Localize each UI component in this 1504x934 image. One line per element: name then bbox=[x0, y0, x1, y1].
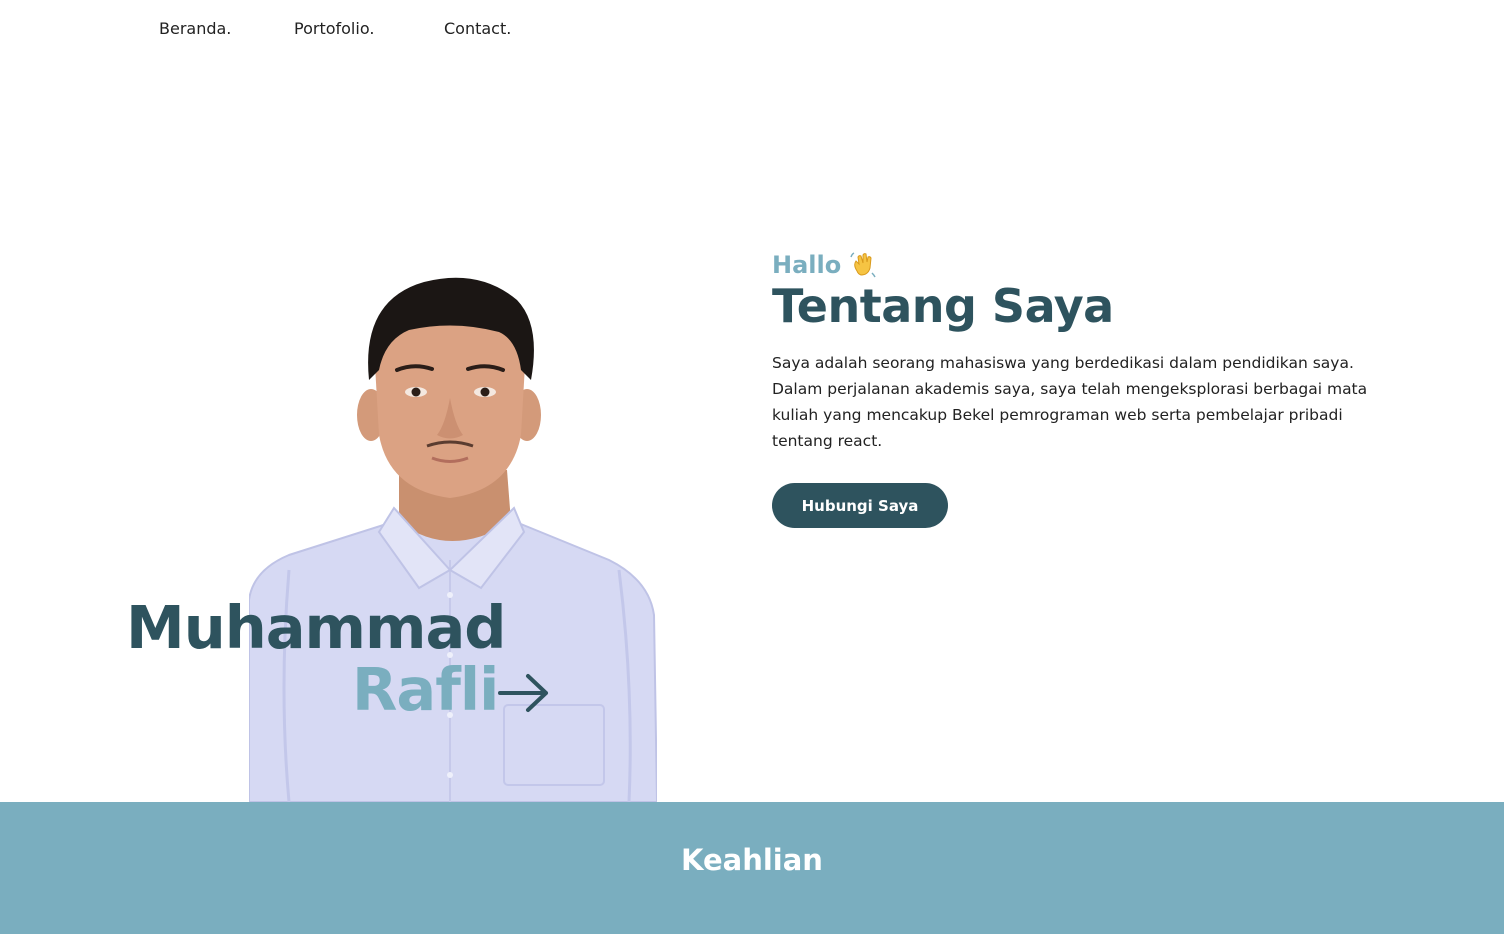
nav-link-contact[interactable]: Contact. bbox=[444, 18, 511, 40]
page: Beranda. Portofolio. Contact. Muhammad R… bbox=[0, 0, 1504, 934]
waving-hand-icon bbox=[850, 252, 876, 278]
hero-first-name: Muhammad bbox=[126, 593, 507, 662]
arrow-right-icon[interactable] bbox=[498, 673, 550, 713]
top-nav: Beranda. Portofolio. Contact. bbox=[159, 18, 511, 40]
greeting-text: Hallo bbox=[772, 251, 842, 279]
contact-me-button[interactable]: Hubungi Saya bbox=[772, 483, 948, 528]
about-section: Hallo Tentang Saya Saya adalah seorang m… bbox=[772, 250, 1392, 528]
skills-title: Keahlian bbox=[681, 843, 823, 877]
greeting: Hallo bbox=[772, 250, 1392, 280]
about-title: Tentang Saya bbox=[772, 279, 1114, 333]
skills-section: Keahlian bbox=[0, 802, 1504, 934]
nav-link-portofolio[interactable]: Portofolio. bbox=[294, 18, 444, 40]
about-description: Saya adalah seorang mahasiswa yang berde… bbox=[772, 354, 1368, 450]
nav-link-beranda[interactable]: Beranda. bbox=[159, 18, 294, 40]
hero-last-name: Rafli bbox=[352, 655, 499, 724]
